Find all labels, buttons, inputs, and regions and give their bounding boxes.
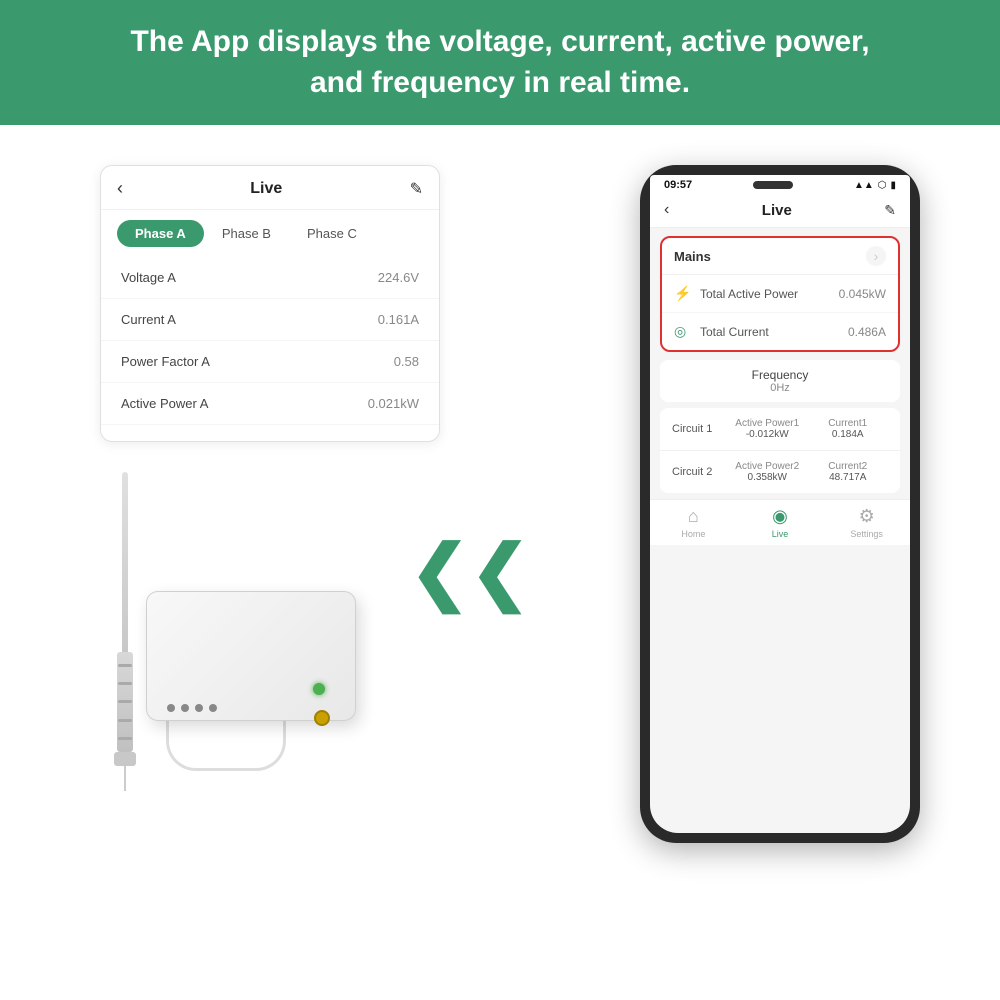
device-area — [114, 472, 356, 811]
device-box — [146, 591, 356, 721]
port-2 — [181, 704, 189, 712]
phone-status-icons: ▲▲ ⬡ ▮ — [854, 180, 896, 191]
wifi-icon: ⬡ — [878, 180, 887, 191]
antenna-ring-2 — [118, 682, 132, 685]
live-nav-icon: ◉ — [772, 506, 788, 527]
circuit-2-current: Current2 48.717A — [808, 461, 889, 483]
small-data-row-current: Current A 0.161A — [101, 299, 439, 341]
small-data-row-voltage: Voltage A 224.6V — [101, 257, 439, 299]
circuit-2-power: Active Power2 0.358kW — [727, 461, 808, 483]
antenna-ring-3 — [118, 700, 132, 703]
circuit-2-name: Circuit 2 — [672, 466, 727, 478]
total-active-power-value: 0.045kW — [839, 287, 886, 301]
device-ports — [167, 704, 217, 712]
mains-title: Mains — [674, 249, 711, 264]
nav-live[interactable]: ◉ Live — [737, 506, 824, 539]
nav-settings[interactable]: ⚙ Settings — [823, 506, 910, 539]
settings-nav-label: Settings — [850, 529, 883, 539]
header-title: The App displays the voltage, current, a… — [40, 22, 960, 103]
mains-header[interactable]: Mains › — [662, 238, 898, 275]
phone-notch — [753, 181, 793, 189]
antenna-foot — [114, 752, 136, 766]
phase-tab-c[interactable]: Phase C — [289, 220, 375, 247]
small-data-row-power: Active Power A 0.021kW — [101, 383, 439, 425]
left-side: ‹ Live ✎ Phase A Phase B Phase C Voltage… — [30, 165, 450, 811]
frequency-section: Frequency 0Hz — [660, 360, 900, 402]
mains-card: Mains › ⚡ Total Active Power 0.045kW ◎ T… — [660, 236, 900, 352]
total-current-value: 0.486A — [848, 325, 886, 339]
chevron-left-icon: ❮❮ — [410, 532, 531, 612]
circuit-1-current: Current1 0.184A — [808, 418, 889, 440]
phase-tabs: Phase A Phase B Phase C — [101, 210, 439, 257]
phase-tab-b[interactable]: Phase B — [204, 220, 289, 247]
antenna-ring-4 — [118, 719, 132, 722]
device-connector — [314, 710, 330, 726]
big-app-back[interactable]: ‹ — [664, 201, 669, 219]
mains-chevron-icon[interactable]: › — [866, 246, 886, 266]
main-content: ‹ Live ✎ Phase A Phase B Phase C Voltage… — [0, 125, 1000, 985]
phone-screen: ‹ Live ✎ Mains › ⚡ Total Active Power 0.… — [650, 193, 910, 833]
port-4 — [209, 704, 217, 712]
phase-tab-a[interactable]: Phase A — [117, 220, 204, 247]
battery-icon: ▮ — [890, 180, 896, 191]
small-app-header: ‹ Live ✎ — [101, 178, 439, 210]
home-nav-label: Home — [681, 529, 705, 539]
total-current-label: Total Current — [700, 325, 848, 339]
device-led — [313, 683, 325, 695]
circuit-section: Circuit 1 Active Power1 -0.012kW Current… — [660, 408, 900, 493]
phone-status-bar: 09:57 ▲▲ ⬡ ▮ — [650, 175, 910, 193]
small-app-back[interactable]: ‹ — [117, 178, 123, 199]
nav-home[interactable]: ⌂ Home — [650, 506, 737, 539]
center-arrow: ❮❮ — [410, 536, 531, 608]
frequency-label: Frequency — [672, 368, 888, 382]
antenna-ring-5 — [118, 737, 132, 740]
device-box-container — [146, 591, 356, 771]
mains-row-current: ◎ Total Current 0.486A — [662, 313, 898, 350]
big-app-edit[interactable]: ✎ — [884, 202, 896, 219]
right-side: 09:57 ▲▲ ⬡ ▮ ‹ Live ✎ — [590, 165, 970, 843]
big-app-header: ‹ Live ✎ — [650, 193, 910, 228]
circuit-row-1: Circuit 1 Active Power1 -0.012kW Current… — [660, 408, 900, 451]
signal-icon: ▲▲ — [854, 180, 874, 191]
antenna-cable — [124, 766, 126, 791]
phone-time: 09:57 — [664, 179, 692, 191]
port-1 — [167, 704, 175, 712]
circuit-1-power: Active Power1 -0.012kW — [727, 418, 808, 440]
big-app-title: Live — [762, 202, 792, 219]
total-active-power-label: Total Active Power — [700, 287, 839, 301]
small-app-title: Live — [250, 180, 282, 198]
phone-outer: 09:57 ▲▲ ⬡ ▮ ‹ Live ✎ — [640, 165, 920, 843]
antenna — [114, 472, 136, 791]
circuit-1-name: Circuit 1 — [672, 423, 727, 435]
small-data-row-pf: Power Factor A 0.58 — [101, 341, 439, 383]
port-3 — [195, 704, 203, 712]
header-banner: The App displays the voltage, current, a… — [0, 0, 1000, 125]
power-icon: ⚡ — [674, 285, 692, 302]
live-nav-label: Live — [772, 529, 789, 539]
small-app-edit[interactable]: ✎ — [410, 179, 423, 199]
antenna-ring-1 — [118, 664, 132, 667]
device-cable — [166, 721, 286, 771]
settings-nav-icon: ⚙ — [859, 506, 875, 527]
bottom-nav: ⌂ Home ◉ Live ⚙ Settings — [650, 499, 910, 545]
circuit-row-2: Circuit 2 Active Power2 0.358kW Current2… — [660, 451, 900, 493]
current-icon: ◎ — [674, 323, 692, 340]
antenna-thin — [122, 472, 128, 652]
antenna-body — [117, 652, 133, 752]
small-app-mockup: ‹ Live ✎ Phase A Phase B Phase C Voltage… — [100, 165, 440, 442]
frequency-value: 0Hz — [672, 382, 888, 394]
mains-row-power: ⚡ Total Active Power 0.045kW — [662, 275, 898, 313]
home-nav-icon: ⌂ — [688, 506, 699, 527]
